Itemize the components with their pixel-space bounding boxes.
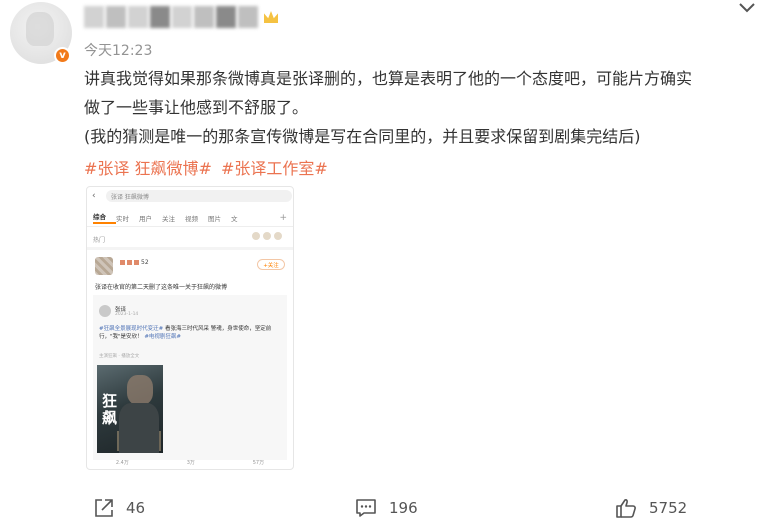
image-tab-bar: 综合 实时 用户 关注 视频 图片 文 + — [87, 209, 293, 227]
crown-icon — [264, 11, 278, 23]
image-tab: 关注 — [162, 214, 175, 223]
like-button[interactable]: 5752 — [615, 494, 687, 522]
image-quote-avatar — [99, 305, 111, 317]
image-quote-tag: #电视剧狂飙# — [144, 334, 182, 340]
like-count: 5752 — [649, 499, 688, 517]
hashtag-link[interactable]: #张译工作室# — [221, 159, 328, 178]
post-action-bar: 46 196 5752 — [0, 494, 761, 522]
verified-badge-icon: v — [54, 47, 71, 64]
plus-icon: + — [279, 212, 287, 223]
image-post-text: 张译在收官的第二天删了这条唯一关于狂飙的微博 — [95, 284, 228, 291]
image-hot-avatars — [251, 231, 285, 243]
image-post-user: 52 — [120, 259, 149, 266]
image-search-box: 张译 狂飙微博 — [106, 190, 292, 202]
comment-count: 196 — [389, 499, 418, 517]
image-quote-text: #狂飙全景展现时代变迁# 看张海三时代风采 警魂，身世使命，坚定前行，"我"是安… — [99, 325, 279, 341]
image-search-query: 张译 狂飙微博 — [111, 193, 149, 201]
image-post-avatar — [95, 257, 113, 275]
image-like-count: 57万 — [252, 459, 265, 466]
chevron-down-icon[interactable] — [737, 0, 757, 16]
username[interactable] — [84, 4, 278, 30]
back-arrow-icon: ‹ — [92, 191, 96, 201]
obscured-username-block — [150, 6, 170, 28]
obscured-username-block — [194, 6, 214, 28]
image-tab: 实时 — [116, 214, 129, 223]
image-poster: 狂飙 — [97, 365, 163, 453]
post-text-line: 讲真我觉得如果那条微博真是张译删的，也算是表明了他的一个态度吧，可能片方确实 — [84, 69, 693, 88]
image-quote-hashtag: #狂飙全景展现时代变迁# — [99, 326, 164, 332]
obscured-username-block — [238, 6, 258, 28]
post-timestamp[interactable]: 今天12:23 — [84, 40, 152, 60]
share-button[interactable]: 46 — [94, 494, 145, 522]
image-search-bar: ‹ 张译 狂飙微博 — [87, 187, 293, 205]
thumbs-up-icon — [616, 499, 636, 518]
share-count: 46 — [126, 499, 146, 517]
comment-icon — [356, 499, 376, 517]
hashtag-link[interactable]: #张译 狂飙微博# — [84, 159, 212, 178]
image-comment-count: 3万 — [186, 459, 195, 466]
image-tab: 视频 — [185, 214, 198, 223]
comment-button[interactable]: 196 — [355, 494, 418, 522]
image-action-bar: 2.4万 3万 57万 — [87, 455, 293, 469]
post-image[interactable]: ‹ 张译 狂飙微博 综合 实时 用户 关注 视频 图片 文 + 热门 52 +关… — [86, 186, 294, 470]
post-text-line: 做了一些事让他感到不舒服了。 — [84, 98, 309, 117]
image-follow-button: +关注 — [257, 259, 285, 270]
image-tab: 综合 — [93, 211, 116, 224]
obscured-username-block — [106, 6, 126, 28]
obscured-username-block — [172, 6, 192, 28]
post-text-line: (我的猜测是唯一的那条宣传微博是写在合同里的，并且要求保留到剧集完结后) — [84, 127, 641, 146]
image-poster-title: 狂飙 — [100, 393, 118, 427]
obscured-username-block — [216, 6, 236, 28]
image-tab: 文 — [231, 214, 238, 223]
image-quote-date: 2023-1-14 — [115, 312, 139, 317]
hashtag-row: #张译 狂飙微博# #张译工作室# — [84, 156, 332, 182]
image-post-user-count: 52 — [141, 259, 149, 266]
image-tab: 用户 — [139, 214, 152, 223]
post-content: 讲真我觉得如果那条微博真是张译删的，也算是表明了他的一个态度吧，可能片方确实 做… — [84, 64, 754, 151]
image-hot-label: 热门 — [93, 237, 106, 244]
obscured-username-block — [128, 6, 148, 28]
image-divider — [87, 247, 293, 250]
image-quote-sub: 主演狂飙 · 播放全文 — [99, 354, 140, 359]
obscured-username-block — [84, 6, 104, 28]
image-share-count: 2.4万 — [115, 459, 129, 466]
image-tab: 图片 — [208, 214, 221, 223]
share-icon — [95, 499, 113, 517]
